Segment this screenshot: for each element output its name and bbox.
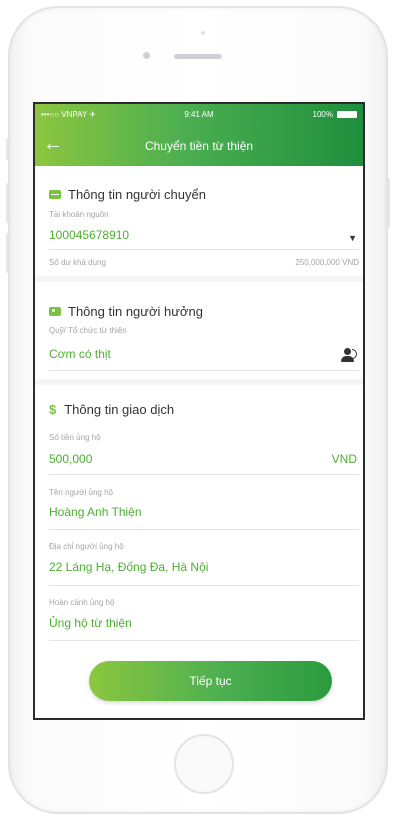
contacts-icon[interactable]: [341, 347, 357, 363]
balance-value: 250,000,000 VND: [295, 258, 359, 267]
sender-heading-text: Thông tin người chuyển: [68, 187, 206, 202]
donation-reason-label: Hoàn cảnh ủng hộ: [49, 598, 115, 607]
donation-reason-input[interactable]: Ủng hộ từ thiện: [49, 616, 132, 630]
fund-value[interactable]: Cơm có thịt: [49, 347, 111, 361]
chevron-down-icon[interactable]: ▼: [348, 233, 357, 243]
status-battery-text: 100%: [312, 110, 333, 119]
beneficiary-section-heading: Thông tin người hưởng: [49, 304, 203, 319]
page-title: Chuyển tiền từ thiện: [144, 139, 254, 153]
dollar-icon: $: [49, 402, 57, 417]
fund-label: Quỹ/ Tổ chức từ thiện: [49, 326, 127, 335]
donor-address-input[interactable]: 22 Láng Hạ, Đống Đa, Hà Nội: [49, 560, 208, 574]
field-underline: [49, 370, 359, 371]
home-button[interactable]: [174, 734, 234, 794]
phone-camera: [143, 52, 150, 59]
id-card-icon: [49, 307, 61, 316]
phone-sensor: [201, 31, 205, 35]
source-account-value[interactable]: 100045678910: [49, 228, 129, 242]
phone-side-button: [6, 138, 9, 160]
field-underline: [49, 585, 359, 586]
sender-section-heading: Thông tin người chuyển: [49, 187, 206, 202]
beneficiary-heading-text: Thông tin người hưởng: [68, 304, 203, 319]
balance-label: Số dư khả dụng: [49, 258, 106, 267]
app-screen: •••○○ VNPAY ✈ 9:41 AM 100% ← Chuyển tiền…: [33, 102, 365, 720]
amount-input[interactable]: 500,000: [49, 452, 92, 466]
section-divider: [35, 276, 363, 282]
field-underline: [49, 249, 359, 250]
continue-button[interactable]: Tiếp tục: [89, 661, 332, 701]
phone-speaker: [174, 54, 222, 59]
field-underline: [49, 474, 359, 475]
donor-name-input[interactable]: Hoàng Anh Thiện: [49, 505, 142, 519]
section-divider: [35, 379, 363, 385]
amount-label: Số tiền ủng hộ: [49, 433, 101, 442]
currency-label: VND: [331, 452, 357, 466]
phone-side-button: [6, 233, 9, 273]
donor-name-label: Tên người ủng hộ: [49, 488, 113, 497]
battery-icon: [337, 111, 357, 118]
donor-address-label: Địa chỉ người ủng hộ: [49, 542, 124, 551]
transaction-section-heading: $ Thông tin giao dịch: [49, 402, 174, 417]
field-underline: [49, 640, 359, 641]
transaction-heading-text: Thông tin giao dịch: [64, 402, 175, 417]
source-account-label: Tài khoản nguồn: [49, 210, 109, 219]
phone-side-button: [6, 183, 9, 223]
card-icon: [49, 190, 61, 199]
app-header: •••○○ VNPAY ✈ 9:41 AM 100% ← Chuyển tiền…: [35, 104, 363, 166]
field-underline: [49, 529, 359, 530]
phone-power-button: [387, 178, 390, 228]
